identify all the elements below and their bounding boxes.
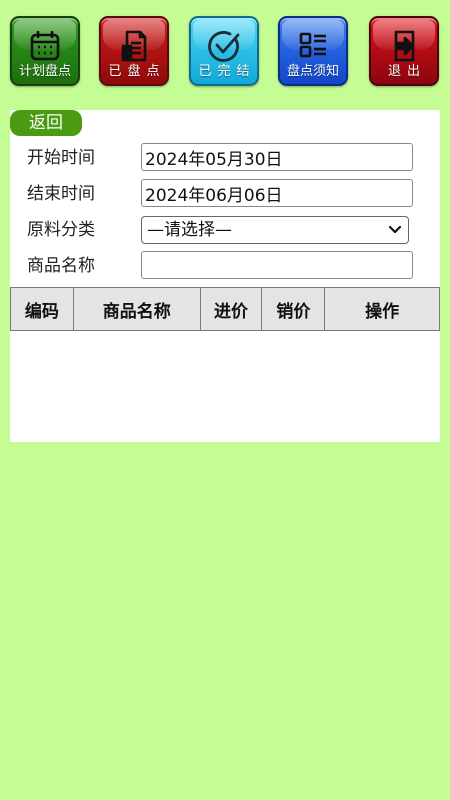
product-name-input[interactable] bbox=[141, 251, 413, 279]
table-body bbox=[10, 331, 440, 442]
exit-icon bbox=[384, 26, 424, 66]
inventory-notice-button[interactable]: 盘点须知 bbox=[278, 16, 348, 86]
product-name-row: 商品名称 bbox=[10, 251, 440, 281]
column-header-product-name: 商品名称 bbox=[74, 288, 201, 330]
category-selected-value: —请选择— bbox=[147, 220, 232, 240]
plan-inventory-label: 计划盘点 bbox=[18, 64, 71, 79]
category-select[interactable]: —请选择— bbox=[141, 216, 409, 244]
document-icon bbox=[114, 26, 154, 66]
column-header-actions: 操作 bbox=[325, 288, 441, 330]
start-time-row: 开始时间 bbox=[10, 143, 440, 173]
end-time-input[interactable] bbox=[141, 179, 413, 207]
column-header-purchase-price: 进价 bbox=[201, 288, 263, 330]
end-time-row: 结束时间 bbox=[10, 179, 440, 209]
completed-label: 已完结 bbox=[198, 64, 256, 79]
list-icon bbox=[293, 26, 333, 66]
start-time-label: 开始时间 bbox=[27, 148, 95, 168]
start-time-input[interactable] bbox=[141, 143, 413, 171]
chevron-down-icon bbox=[389, 225, 401, 234]
category-row: 原料分类 —请选择— bbox=[10, 215, 440, 245]
completed-button[interactable]: 已完结 bbox=[189, 16, 259, 86]
category-label: 原料分类 bbox=[27, 220, 95, 240]
inventory-notice-label: 盘点须知 bbox=[286, 64, 339, 79]
back-button[interactable]: 返回 bbox=[10, 110, 82, 136]
calendar-icon bbox=[25, 26, 65, 66]
column-header-code: 编码 bbox=[11, 288, 74, 330]
check-circle-icon bbox=[204, 26, 244, 66]
top-toolbar: 计划盘点 已盘点 已完结 盘点须知 退出 bbox=[0, 0, 450, 96]
table-header: 编码 商品名称 进价 销价 操作 bbox=[10, 287, 441, 331]
product-name-label: 商品名称 bbox=[27, 256, 95, 276]
end-time-label: 结束时间 bbox=[27, 184, 95, 204]
column-header-sale-price: 销价 bbox=[262, 288, 326, 330]
exit-button[interactable]: 退出 bbox=[369, 16, 439, 86]
inventoried-button[interactable]: 已盘点 bbox=[99, 16, 169, 86]
plan-inventory-button[interactable]: 计划盘点 bbox=[10, 16, 80, 86]
exit-label: 退出 bbox=[387, 64, 426, 79]
search-panel: 返回 开始时间 结束时间 原料分类 —请选择— 商品名称 编码 商品名称 进价 … bbox=[10, 110, 441, 442]
inventoried-label: 已盘点 bbox=[108, 64, 166, 79]
